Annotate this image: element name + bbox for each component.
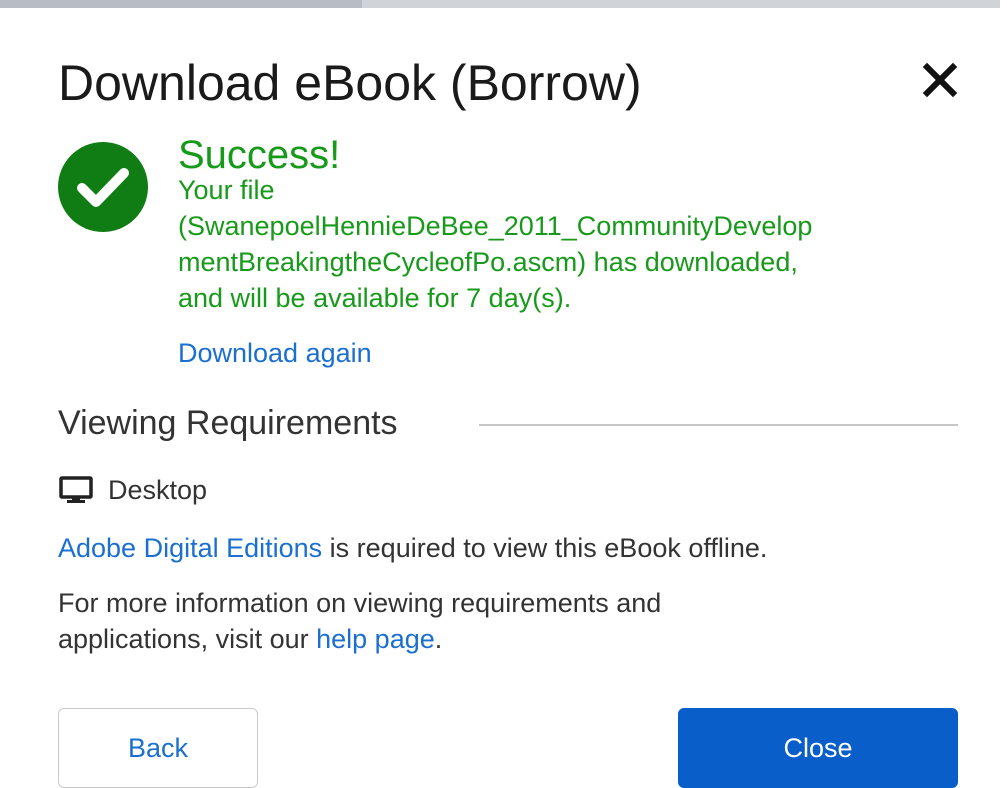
- success-heading: Success!: [178, 133, 341, 177]
- success-text-line: Your file: [178, 175, 275, 205]
- section-heading: Viewing Requirements: [58, 404, 398, 442]
- app-requirement-suffix: is required to view this eBook offline.: [322, 533, 768, 563]
- check-circle-icon: [58, 142, 148, 232]
- close-icon[interactable]: [918, 58, 962, 102]
- success-message: Success! Your file (SwanepoelHennieDeBee…: [178, 134, 958, 316]
- success-text-line: and will be available for 7 day(s).: [178, 283, 572, 313]
- app-requirement-text: Adobe Digital Editions is required to vi…: [58, 530, 767, 566]
- help-info-line: applications, visit our help page.: [58, 621, 958, 657]
- platform-label: Desktop: [108, 475, 208, 505]
- success-text-line: (SwanepoelHennieDeBee_2011_CommunityDeve…: [178, 211, 813, 241]
- adobe-digital-editions-link[interactable]: Adobe Digital Editions: [58, 533, 322, 563]
- viewing-requirements-header: Viewing Requirements: [58, 400, 958, 446]
- help-info-line: For more information on viewing requirem…: [58, 588, 662, 618]
- close-button[interactable]: Close: [678, 708, 958, 788]
- dialog-title: Download eBook (Borrow): [58, 55, 642, 111]
- help-info-suffix: .: [434, 624, 443, 654]
- top-divider: [0, 0, 1007, 8]
- desktop-monitor-icon: [58, 475, 94, 505]
- platform-row: Desktop: [58, 472, 207, 508]
- download-again-link[interactable]: Download again: [178, 335, 372, 371]
- back-button[interactable]: Back: [58, 708, 258, 788]
- section-divider: [479, 424, 958, 426]
- help-page-link[interactable]: help page: [316, 624, 435, 654]
- help-info-text: For more information on viewing requirem…: [58, 585, 958, 657]
- help-info-prefix: applications, visit our: [58, 624, 317, 654]
- success-text-line: mentBreakingtheCycleofPo.ascm) has downl…: [178, 247, 798, 277]
